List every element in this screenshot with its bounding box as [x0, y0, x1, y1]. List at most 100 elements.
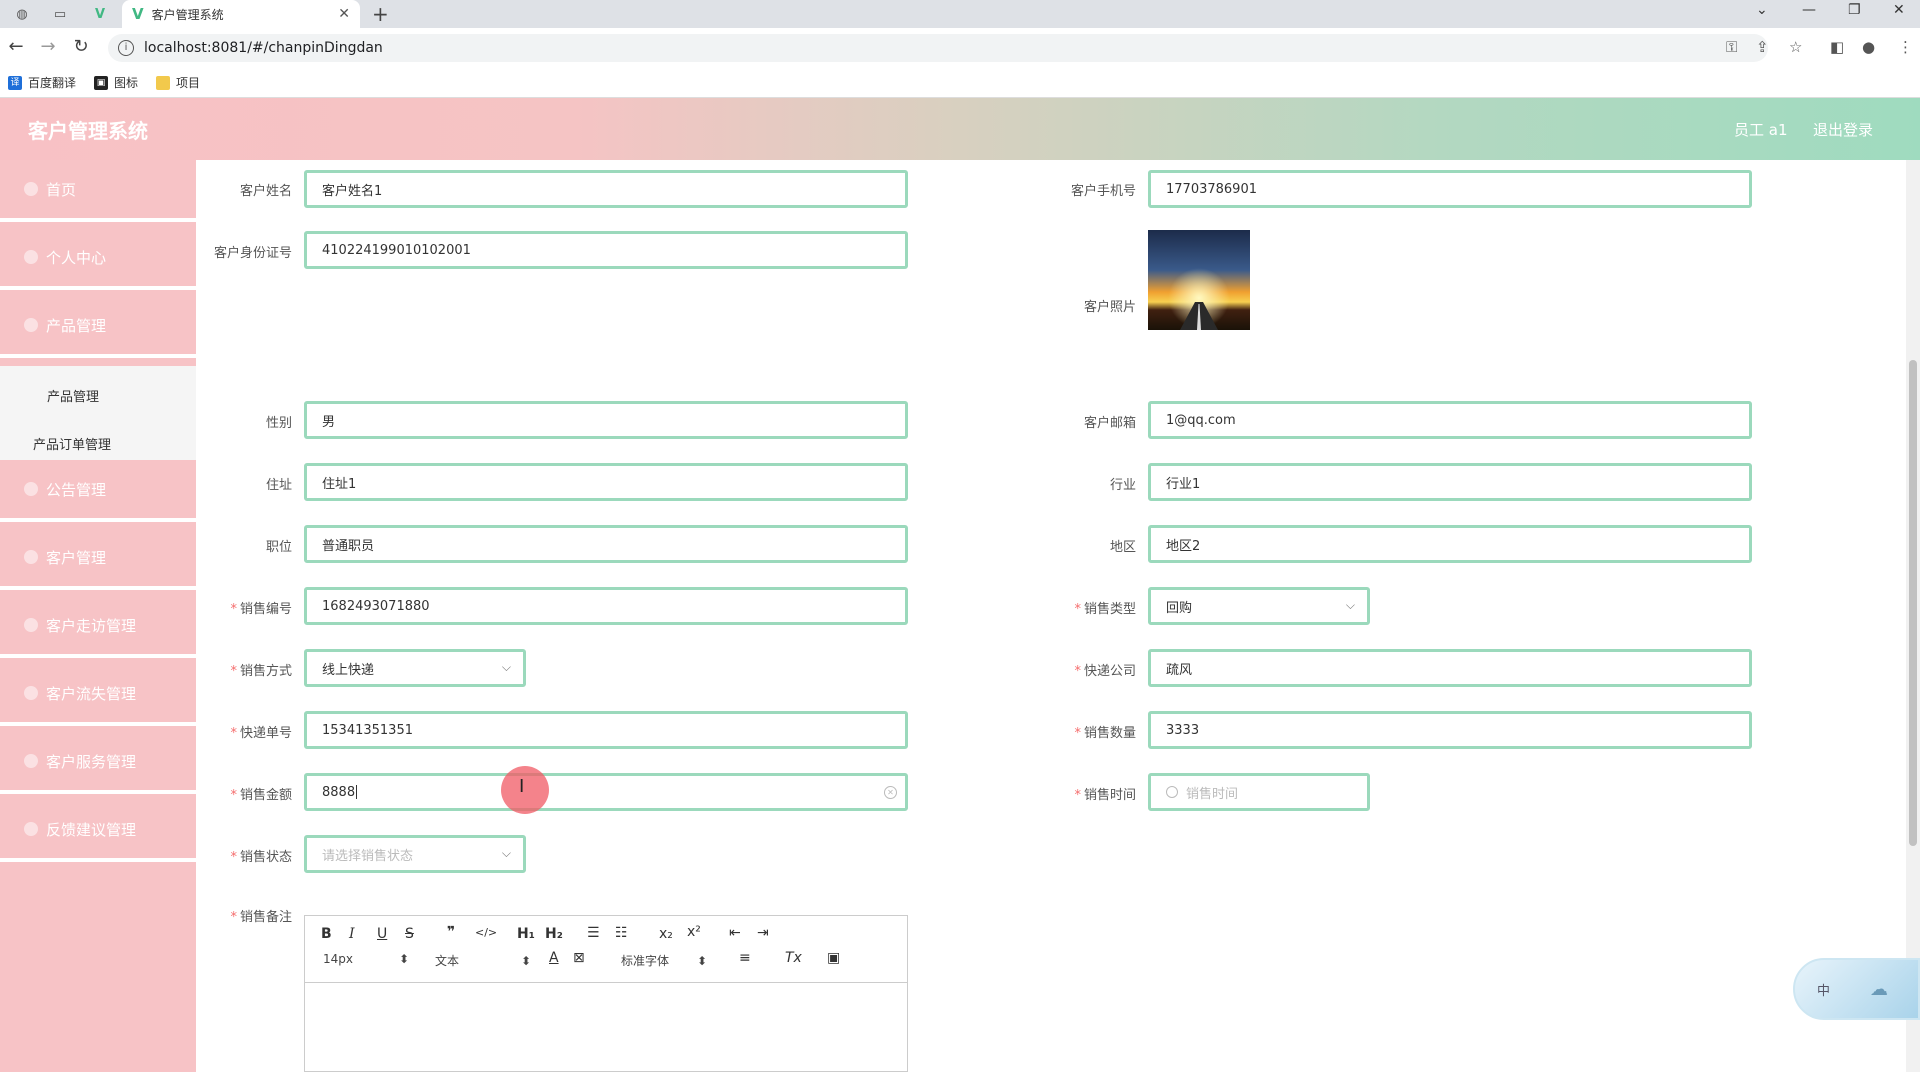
app-title: 客户管理系统: [28, 118, 148, 143]
minimize-icon[interactable]: —: [1802, 2, 1816, 18]
bookmark-baidu-translate[interactable]: 译 百度翻译: [8, 74, 76, 91]
home-icon: [24, 182, 38, 196]
sidebar-item-label: 产品管理: [46, 316, 107, 335]
subscript-icon[interactable]: x₂: [659, 926, 673, 942]
submenu-item-product-orders[interactable]: 产品订单管理: [33, 434, 111, 453]
font-size-select[interactable]: 14px ⬍: [323, 952, 409, 966]
restore-icon[interactable]: ❐: [1848, 2, 1861, 18]
side-panel-icon[interactable]: ◧: [1830, 38, 1844, 56]
image-insert-icon[interactable]: ▣: [827, 950, 840, 966]
sale-status-select[interactable]: 请选择销售状态 ⌵: [304, 835, 526, 873]
sale-type-select[interactable]: 回购 ⌵: [1148, 587, 1370, 625]
sale-method-select[interactable]: 线上快递 ⌵: [304, 649, 526, 687]
sunset-road-image: [1148, 230, 1250, 330]
star-icon[interactable]: ☆: [1789, 38, 1802, 56]
sale-no-label: * 销售编号: [180, 598, 292, 617]
profile-icon[interactable]: ●: [1862, 38, 1875, 56]
sidebar-item-label: 客户走访管理: [46, 616, 137, 635]
ordered-list-icon[interactable]: ☰: [587, 925, 600, 941]
image-icon: ▣: [94, 75, 109, 90]
customer-photo[interactable]: [1148, 230, 1250, 330]
editor-content-area[interactable]: [305, 983, 907, 1071]
sidebar-item-profile[interactable]: 个人中心: [0, 228, 196, 290]
sidebar-item-label: 客户管理: [46, 548, 107, 567]
tracking-no-input[interactable]: 15341351351: [304, 711, 908, 749]
sidebar-item-service[interactable]: 客户服务管理: [0, 732, 196, 794]
close-tab-icon[interactable]: ✕: [338, 6, 350, 22]
site-info-icon[interactable]: i: [118, 40, 134, 56]
share-icon[interactable]: ⇪: [1756, 38, 1769, 56]
font-color-icon[interactable]: A: [549, 950, 559, 966]
clear-format-icon[interactable]: Tx: [785, 950, 802, 966]
header1-icon[interactable]: H₁: [517, 926, 535, 942]
sidebar-item-home[interactable]: 首页: [0, 160, 196, 222]
sidebar-item-churn[interactable]: 客户流失管理: [0, 664, 196, 726]
tab-search-icon[interactable]: ⌄: [1756, 2, 1768, 18]
globe-icon[interactable]: ◍: [12, 4, 32, 24]
bold-icon[interactable]: B: [321, 926, 332, 942]
select-arrows-icon: ⬍: [399, 952, 410, 966]
sale-type-value: 回购: [1166, 600, 1193, 616]
background-color-icon[interactable]: ⊠: [573, 950, 585, 966]
blockquote-icon[interactable]: ❞: [447, 924, 455, 940]
scrollbar-thumb[interactable]: [1909, 360, 1917, 846]
bookmark-project[interactable]: 项目: [156, 74, 200, 91]
text-caret: [356, 785, 358, 799]
clear-icon[interactable]: ✕: [884, 786, 897, 799]
logout-link[interactable]: 退出登录: [1813, 119, 1873, 140]
italic-icon[interactable]: I: [349, 926, 355, 942]
sidebar-item-announcements[interactable]: 公告管理: [0, 460, 196, 522]
sidebar-item-products[interactable]: 产品管理: [0, 296, 196, 358]
clock-icon: [1166, 786, 1178, 798]
key-icon[interactable]: ⚿: [1726, 38, 1737, 56]
gender-input[interactable]: 男: [304, 401, 908, 439]
express-company-input[interactable]: 疏风: [1148, 649, 1752, 687]
sale-amount-input[interactable]: 8888 ✕: [304, 773, 908, 811]
forward-icon[interactable]: →: [36, 36, 60, 57]
strike-icon[interactable]: S: [405, 926, 414, 942]
code-block-icon[interactable]: </>: [475, 926, 497, 939]
menu-dots-icon[interactable]: ⋮: [1898, 38, 1913, 56]
block-type-select[interactable]: 文本 ⬍: [435, 952, 531, 969]
submenu-item-products[interactable]: 产品管理: [47, 386, 99, 405]
sale-status-placeholder: 请选择销售状态: [322, 848, 414, 864]
floating-assistant-widget[interactable]: 中 ☁: [1793, 958, 1920, 1020]
sale-qty-input[interactable]: 3333: [1148, 711, 1752, 749]
align-icon[interactable]: ≡: [739, 950, 751, 966]
sidebar-item-feedback[interactable]: 反馈建议管理: [0, 800, 196, 862]
reload-icon[interactable]: ↻: [69, 36, 93, 57]
sidebar-item-visits[interactable]: 客户走访管理: [0, 596, 196, 658]
back-icon[interactable]: ←: [4, 36, 28, 57]
indent-icon[interactable]: ⇥: [757, 925, 769, 941]
address-input[interactable]: 住址1: [304, 463, 908, 501]
superscript-icon[interactable]: x²: [687, 924, 701, 940]
sale-no-input[interactable]: 1682493071880: [304, 587, 908, 625]
font-family-select[interactable]: 标准字体 ⬍: [621, 952, 707, 969]
header2-icon[interactable]: H₂: [545, 926, 563, 942]
position-input[interactable]: 普通职员: [304, 525, 908, 563]
customer-phone-input[interactable]: 17703786901: [1148, 170, 1752, 208]
underline-icon[interactable]: U: [377, 926, 387, 942]
url-field[interactable]: i localhost:8081/#/chanpinDingdan: [108, 34, 1768, 62]
close-window-icon[interactable]: ✕: [1893, 2, 1905, 18]
industry-input[interactable]: 行业1: [1148, 463, 1752, 501]
sale-note-label-text: 销售备注: [239, 910, 292, 925]
vue-tab-icon[interactable]: V: [90, 4, 110, 24]
blank-tab-icon[interactable]: ▭: [50, 4, 70, 24]
bookmark-label: 项目: [176, 76, 201, 90]
bookmark-icons[interactable]: ▣ 图标: [94, 74, 138, 91]
new-tab-icon[interactable]: +: [372, 2, 389, 26]
outdent-icon[interactable]: ⇤: [729, 925, 741, 941]
email-input[interactable]: 1@qq.com: [1148, 401, 1752, 439]
customer-id-label: 客户身份证号: [213, 246, 292, 261]
sale-time-picker[interactable]: 销售时间: [1148, 773, 1370, 811]
active-tab[interactable]: V 客户管理系统 ✕: [122, 0, 360, 28]
customer-name-input[interactable]: 客户姓名1: [304, 170, 908, 208]
bullet-list-icon[interactable]: ☷: [615, 925, 628, 941]
select-arrows-icon: ⬍: [521, 954, 532, 968]
sidebar-item-customers[interactable]: 客户管理: [0, 528, 196, 590]
rich-text-editor: B I U S ❞ </> H₁ H₂ ☰ ☷ x₂ x² ⇤ ⇥ 14px ⬍ …: [304, 915, 908, 1072]
required-mark: *: [230, 602, 237, 617]
region-input[interactable]: 地区2: [1148, 525, 1752, 563]
customer-id-input[interactable]: 410224199010102001: [304, 231, 908, 269]
